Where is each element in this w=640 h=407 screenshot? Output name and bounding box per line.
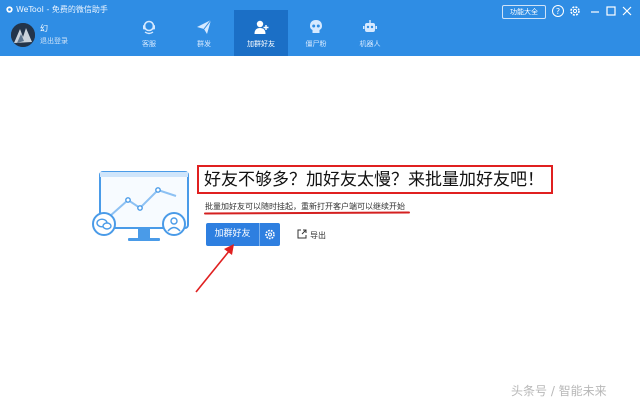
tab-label: 机器人 [359, 40, 381, 48]
tab-customer-service[interactable]: 客服 [122, 14, 176, 56]
export-button[interactable]: 导出 [296, 228, 326, 243]
tab-robot[interactable]: 机器人 [343, 14, 397, 56]
username: 幻 [40, 24, 48, 33]
avatar-image [11, 23, 35, 47]
tab-label: 客服 [142, 40, 156, 48]
maximize-icon[interactable] [604, 4, 618, 18]
tab-add-group-friends[interactable]: 加群好友 [234, 10, 288, 56]
svg-text:?: ? [556, 7, 560, 16]
gear-icon [265, 229, 275, 240]
features-button[interactable]: 功能大全 [502, 5, 546, 19]
tab-label: 僵尸粉 [305, 40, 327, 48]
add-friends-settings-button[interactable] [259, 223, 280, 246]
tab-mass-send[interactable]: 群发 [177, 14, 231, 56]
headset-icon [143, 20, 155, 35]
robot-icon [363, 20, 377, 32]
app-title: WeTool - 免费的微信助手 [6, 4, 108, 16]
settings-icon[interactable] [568, 4, 582, 18]
logout-link[interactable]: 退出登录 [40, 36, 68, 46]
watermark: 头条号 / 智能未来 [511, 384, 607, 398]
skull-icon [310, 20, 322, 33]
export-icon [297, 229, 307, 239]
help-icon[interactable]: ? [551, 4, 565, 18]
minimize-icon[interactable] [588, 4, 602, 18]
wetool-logo-icon [6, 6, 13, 13]
export-label: 导出 [310, 231, 326, 240]
annotation-arrow [195, 244, 234, 293]
tab-label: 群发 [197, 40, 211, 48]
page-headline: 好友不够多？加好友太慢？来批量加好友吧！ [204, 170, 544, 190]
tab-zombie-fans[interactable]: 僵尸粉 [289, 14, 343, 56]
subtext-annotation-underline [203, 211, 411, 215]
window-title: WeTool - 免费的微信助手 [16, 5, 108, 14]
page-subtext: 批量加好友可以随时挂起，重新打开客户端可以继续开始 [205, 202, 405, 211]
monitor-illustration [92, 171, 189, 241]
avatar[interactable] [11, 23, 35, 47]
top-bar: WeTool - 免费的微信助手 幻 退出登录 客服 群发 加群好友 僵尸粉 机… [0, 0, 640, 56]
send-icon [197, 19, 212, 34]
close-icon[interactable] [620, 4, 634, 18]
add-user-icon [254, 20, 269, 34]
tab-label: 加群好友 [247, 40, 275, 48]
